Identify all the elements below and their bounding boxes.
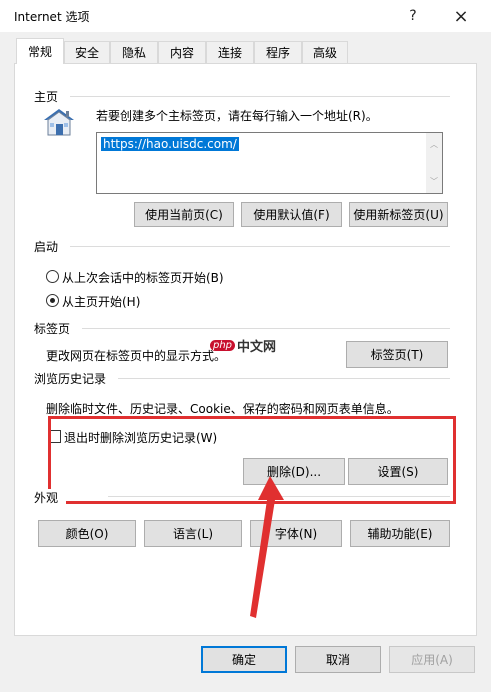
startup-group-title: 启动 <box>34 238 67 255</box>
apply-button[interactable]: 应用(A) <box>389 646 475 673</box>
history-description: 删除临时文件、历史记录、Cookie、保存的密码和网页表单信息。 <box>46 402 399 416</box>
appearance-group-title: 外观 <box>34 489 67 506</box>
tab-privacy[interactable]: 隐私 <box>110 41 158 63</box>
history-group-divider <box>118 378 450 379</box>
startup-radio-last-session[interactable] <box>46 270 59 283</box>
scroll-down-icon: ﹀ <box>430 177 438 186</box>
title-bar: Internet 选项 ? × <box>0 0 491 32</box>
colors-button[interactable]: 颜色(O) <box>38 520 136 547</box>
use-current-button[interactable]: 使用当前页(C) <box>134 202 234 227</box>
cancel-button[interactable]: 取消 <box>295 646 381 673</box>
arrow-annotation-icon <box>250 476 284 618</box>
window-title: Internet 选项 <box>14 10 90 24</box>
url-scrollbar[interactable]: ︿ ﹀ <box>426 133 442 193</box>
history-group-title: 浏览历史记录 <box>34 370 115 387</box>
use-new-tab-button[interactable]: 使用新标签页(U) <box>349 202 448 227</box>
watermark-php: php <box>210 340 236 351</box>
tab-programs[interactable]: 程序 <box>254 41 302 63</box>
watermark-cn: 中文网 <box>237 340 277 355</box>
watermark-logo: php 中文网 <box>210 336 276 355</box>
tabs-group-divider <box>82 328 450 329</box>
home-group-title: 主页 <box>34 88 67 105</box>
tabs-description: 更改网页在标签页中的显示方式。 <box>46 349 227 363</box>
tabs-group-title: 标签页 <box>34 320 79 337</box>
ok-button[interactable]: 确定 <box>201 646 287 673</box>
home-url-input[interactable]: https://hao.uisdc.com/ ︿ ﹀ <box>96 132 443 194</box>
scroll-up-icon: ︿ <box>430 140 438 149</box>
use-default-button[interactable]: 使用默认值(F) <box>241 202 342 227</box>
tab-security[interactable]: 安全 <box>64 41 110 63</box>
startup-label-home[interactable]: 从主页开始(H) <box>62 293 140 310</box>
home-description: 若要创建多个主标签页，请在每行输入一个地址(R)。 <box>96 109 378 123</box>
tab-advanced[interactable]: 高级 <box>302 41 348 63</box>
close-button[interactable]: × <box>441 0 481 32</box>
languages-button[interactable]: 语言(L) <box>144 520 242 547</box>
tab-content[interactable]: 内容 <box>158 41 206 63</box>
startup-radio-home[interactable] <box>46 294 59 307</box>
startup-label-last-session[interactable]: 从上次会话中的标签页开始(B) <box>62 269 224 286</box>
startup-group-divider <box>70 246 450 247</box>
tabs-settings-button[interactable]: 标签页(T) <box>346 341 448 368</box>
home-url-text: https://hao.uisdc.com/ <box>101 137 239 151</box>
help-button[interactable]: ? <box>393 0 433 32</box>
accessibility-button[interactable]: 辅助功能(E) <box>350 520 450 547</box>
home-group-divider <box>70 96 450 97</box>
tab-connections[interactable]: 连接 <box>206 41 254 63</box>
tab-general[interactable]: 常规 <box>16 38 64 64</box>
home-icon <box>40 106 78 138</box>
